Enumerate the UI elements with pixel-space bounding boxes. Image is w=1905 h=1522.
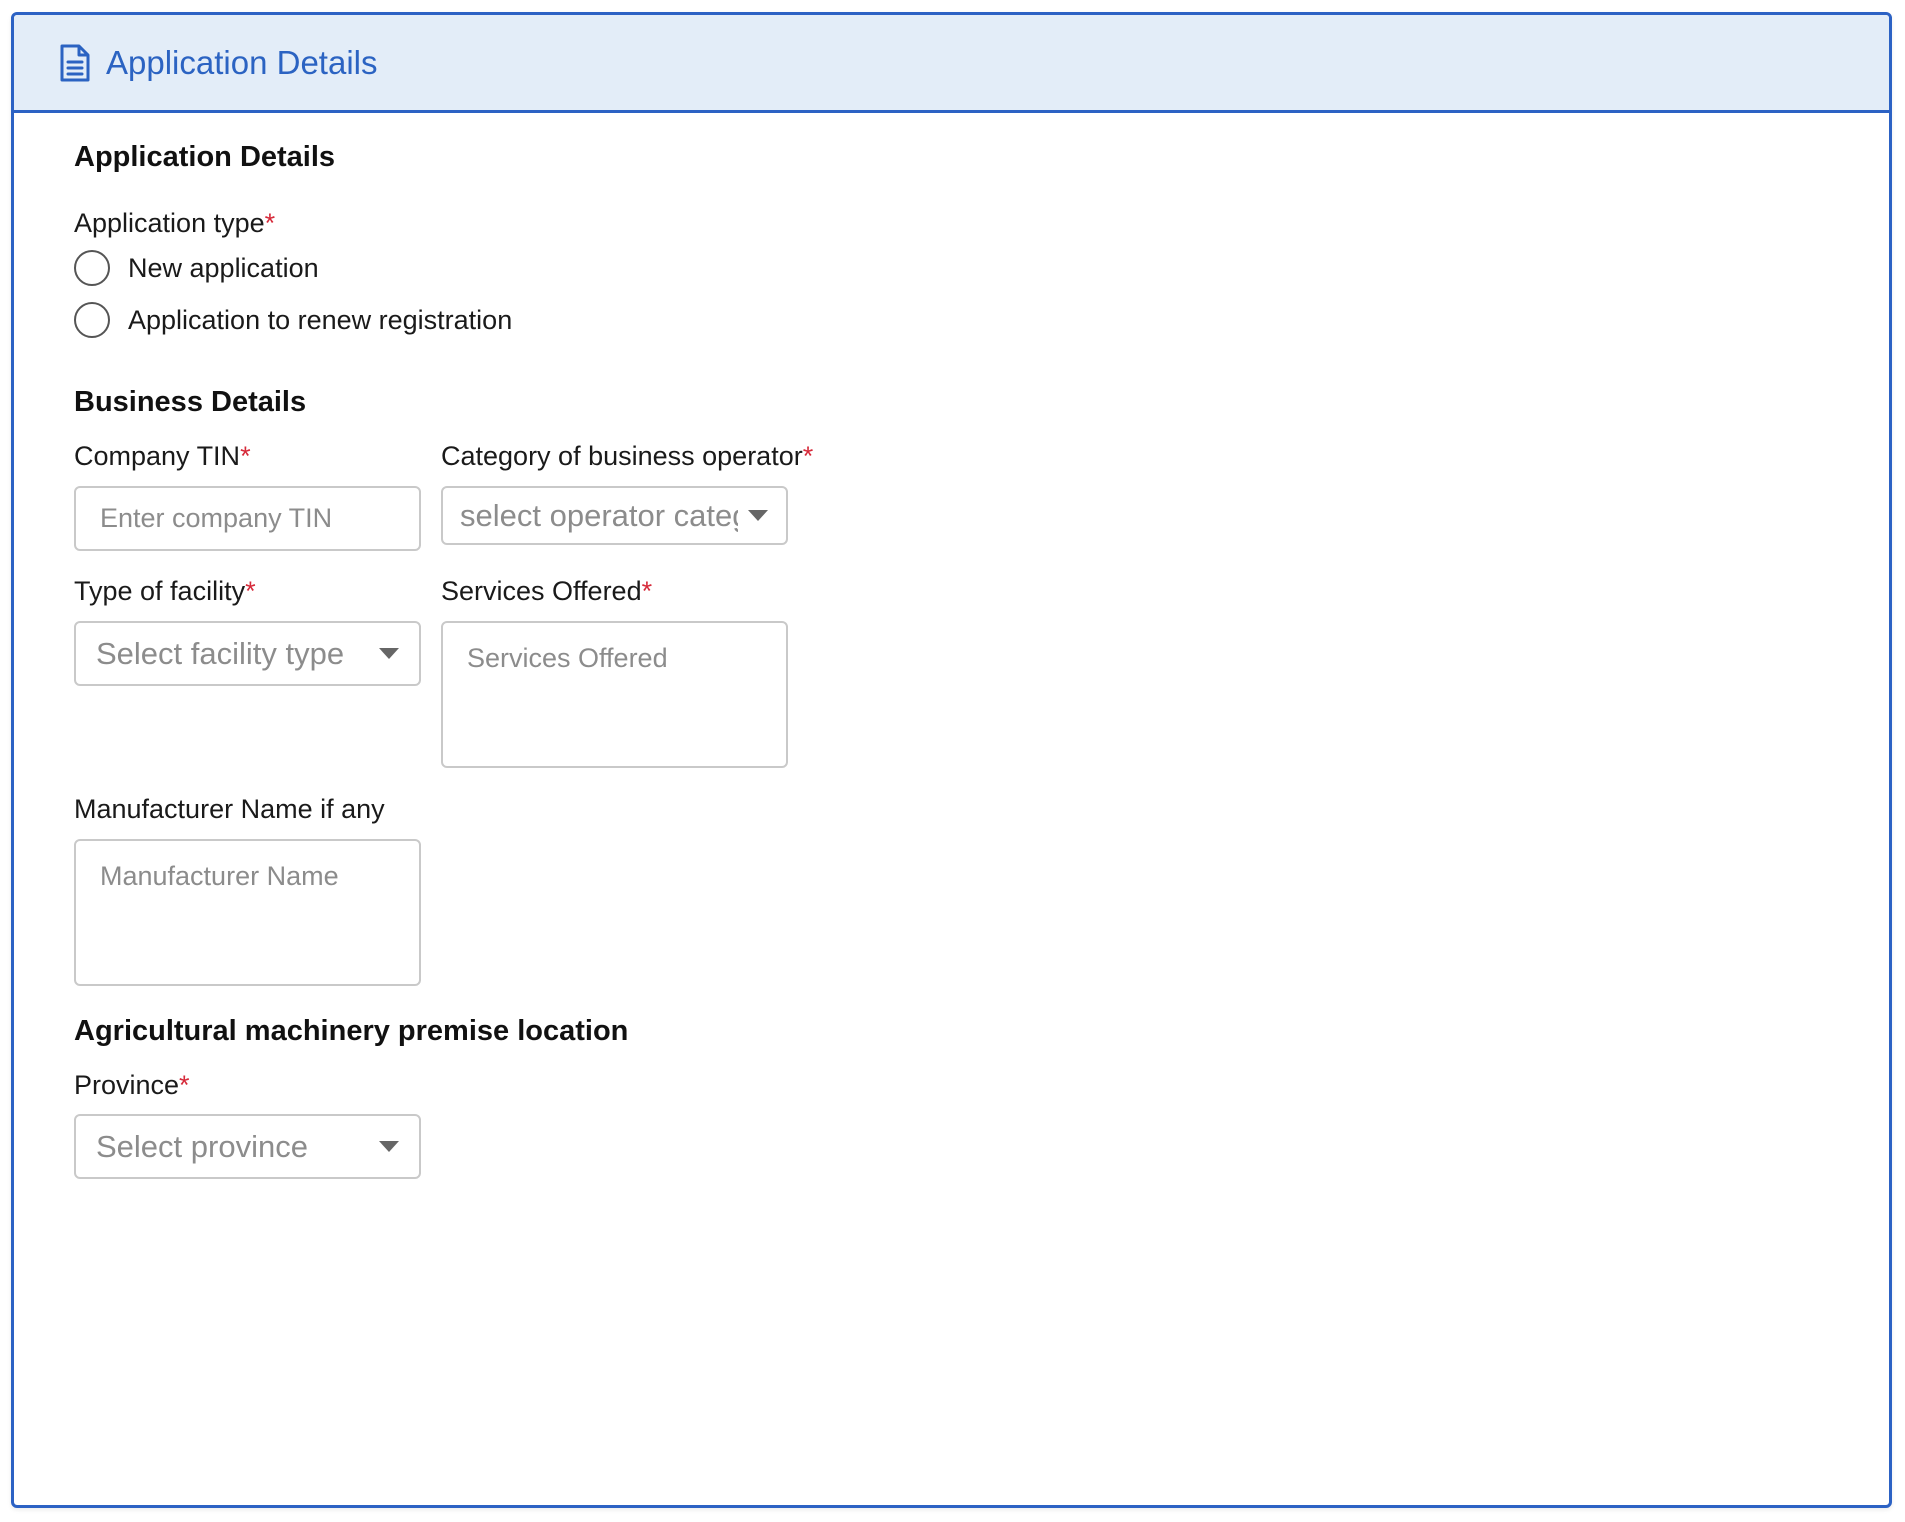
chevron-down-icon xyxy=(379,1141,399,1152)
facility-type-placeholder: Select facility type xyxy=(96,635,345,671)
application-details-panel: Application Details Application Details … xyxy=(11,12,1892,1508)
required-mark: * xyxy=(245,576,256,606)
chevron-down-icon xyxy=(379,648,399,659)
services-offered-textarea[interactable] xyxy=(441,621,788,768)
services-offered-label-text: Services Offered xyxy=(441,576,642,606)
required-mark: * xyxy=(641,576,653,606)
section-title-application: Application Details xyxy=(74,141,336,173)
services-offered-label: Services Offered* xyxy=(441,576,652,607)
required-mark: * xyxy=(240,441,251,471)
province-placeholder: Select province xyxy=(96,1128,308,1164)
facility-type-select[interactable]: Select facility type xyxy=(74,621,421,686)
radio-button-new-application[interactable] xyxy=(74,250,110,286)
required-mark: * xyxy=(802,441,814,471)
panel-title: Application Details xyxy=(106,43,378,81)
section-title-location: Agricultural machinery premise location xyxy=(74,1015,629,1047)
facility-type-label-text: Type of facility xyxy=(74,576,246,606)
company-tin-label: Company TIN* xyxy=(74,441,251,472)
document-icon xyxy=(58,43,92,83)
required-mark: * xyxy=(264,208,276,238)
province-label: Province* xyxy=(74,1070,190,1101)
manufacturer-name-label: Manufacturer Name if any xyxy=(74,794,385,824)
operator-category-label-text: Category of business operator xyxy=(441,441,803,471)
operator-category-select[interactable]: select operator category xyxy=(441,486,788,545)
radio-label-new-application[interactable]: New application xyxy=(128,253,319,284)
panel-header: Application Details xyxy=(14,15,1889,113)
section-title-business: Business Details xyxy=(74,386,307,418)
operator-category-label: Category of business operator* xyxy=(441,441,813,472)
radio-option-renew-registration[interactable]: Application to renew registration xyxy=(74,302,512,338)
application-type-label-text: Application type xyxy=(74,208,265,238)
application-type-label: Application type* xyxy=(74,208,275,239)
radio-label-renew-registration[interactable]: Application to renew registration xyxy=(128,305,512,336)
required-mark: * xyxy=(179,1070,190,1100)
company-tin-label-text: Company TIN xyxy=(74,441,241,471)
company-tin-input[interactable] xyxy=(74,486,421,551)
province-select[interactable]: Select province xyxy=(74,1114,421,1179)
manufacturer-name-textarea[interactable] xyxy=(74,839,421,986)
chevron-down-icon xyxy=(748,510,768,521)
radio-option-new-application[interactable]: New application xyxy=(74,250,319,286)
facility-type-label: Type of facility* xyxy=(74,576,256,607)
province-label-text: Province xyxy=(74,1070,180,1100)
radio-button-renew-registration[interactable] xyxy=(74,302,110,338)
operator-category-placeholder: select operator category xyxy=(460,497,738,533)
